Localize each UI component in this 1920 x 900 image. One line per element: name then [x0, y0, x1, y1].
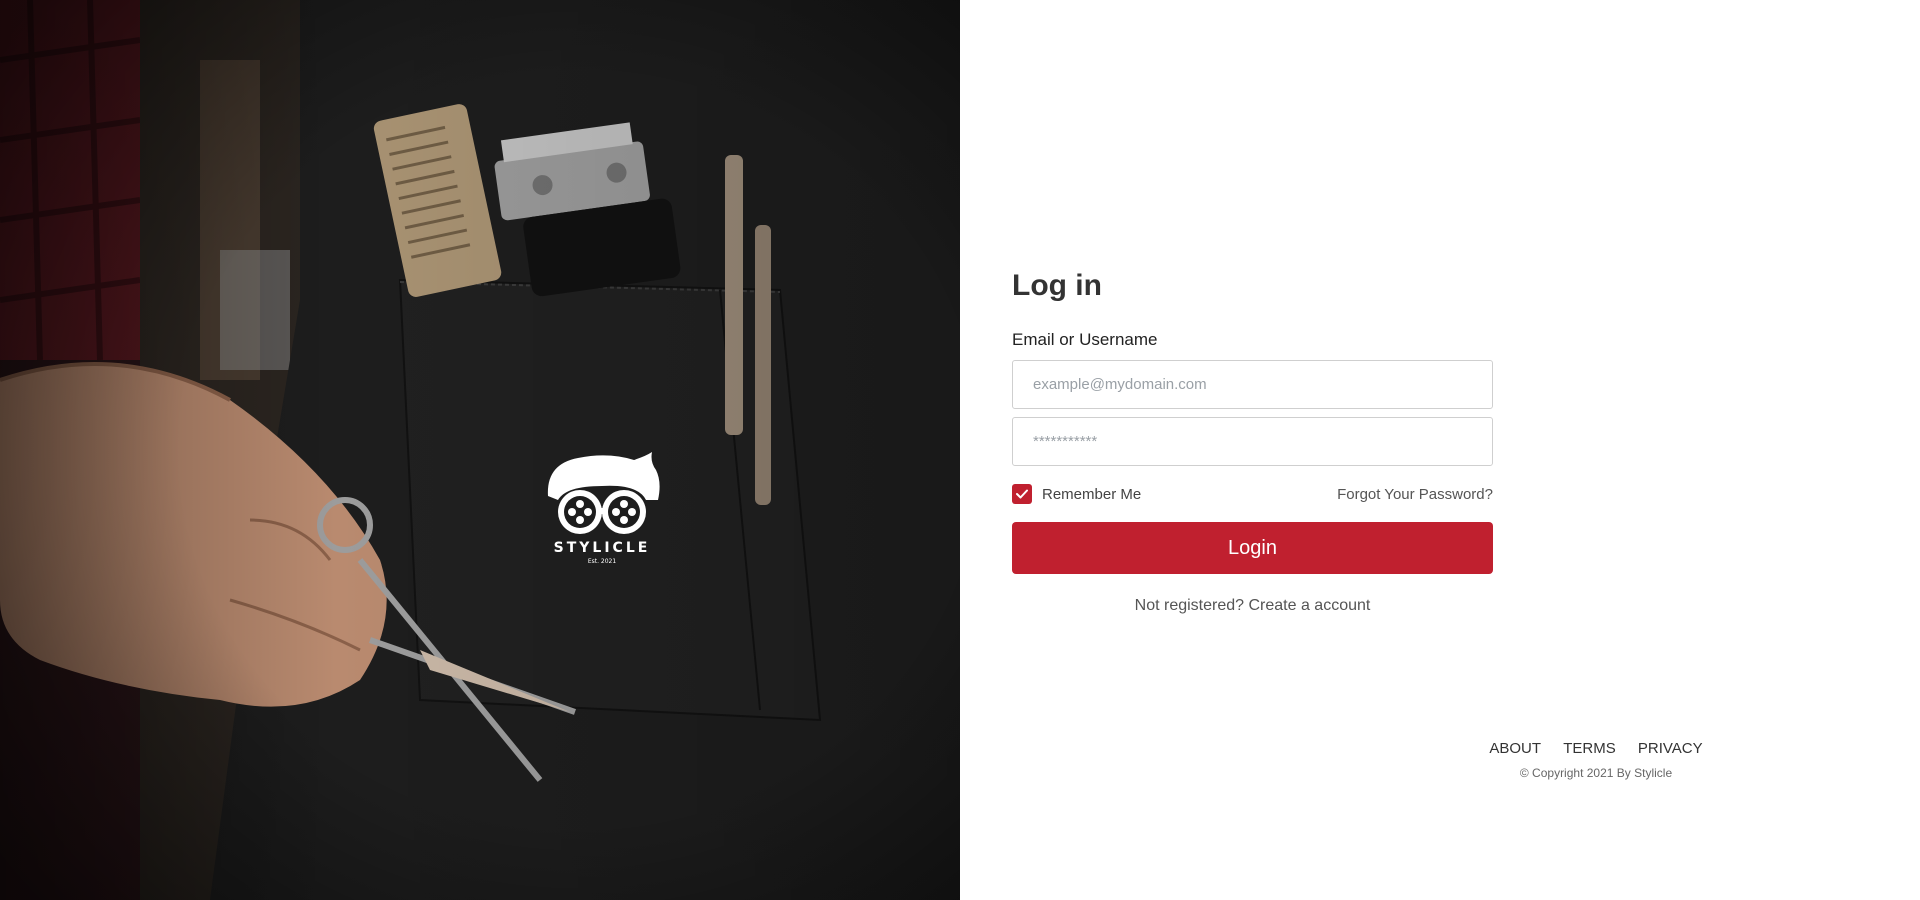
login-button[interactable]: Login [1012, 522, 1493, 574]
remember-me-label: Remember Me [1042, 485, 1142, 503]
hero-image: STYLICLE Est. 2021 [0, 0, 960, 900]
login-panel: Log in Email or Username Remember Me For… [960, 0, 1920, 900]
brand-logo: STYLICLE Est. 2021 [538, 448, 666, 565]
brand-name: STYLICLE [553, 540, 651, 556]
remember-me-checkbox[interactable]: Remember Me [1012, 484, 1141, 504]
login-form: Log in Email or Username Remember Me For… [1012, 262, 1493, 615]
footer-link-about[interactable]: ABOUT [1489, 740, 1541, 757]
footer-link-terms[interactable]: TERMS [1563, 740, 1616, 757]
login-page: STYLICLE Est. 2021 Log in Email or Usern… [0, 0, 1920, 900]
footer-link-privacy[interactable]: PRIVACY [1638, 740, 1703, 757]
hero-overlay [0, 0, 960, 900]
footer: ABOUT TERMS PRIVACY © Copyright 2021 By … [960, 740, 1920, 780]
stylicle-logo-icon [547, 452, 660, 534]
page-title: Log in [1012, 269, 1102, 302]
password-field[interactable] [1012, 417, 1493, 466]
footer-links: ABOUT TERMS PRIVACY [1080, 740, 1920, 757]
brand-established: Est. 2021 [587, 558, 617, 565]
forgot-password-link[interactable]: Forgot Your Password? [1337, 486, 1493, 503]
create-account-link[interactable]: Not registered? Create a account [1135, 597, 1371, 614]
options-row: Remember Me Forgot Your Password? [1012, 484, 1493, 504]
email-label: Email or Username [1012, 330, 1158, 349]
copyright-text: © Copyright 2021 By Stylicle [1519, 766, 1673, 780]
checkbox-box[interactable] [1012, 484, 1032, 504]
check-icon [1016, 489, 1028, 499]
register-prompt: Not registered? Create a account [1012, 597, 1493, 615]
email-field[interactable] [1012, 360, 1493, 409]
